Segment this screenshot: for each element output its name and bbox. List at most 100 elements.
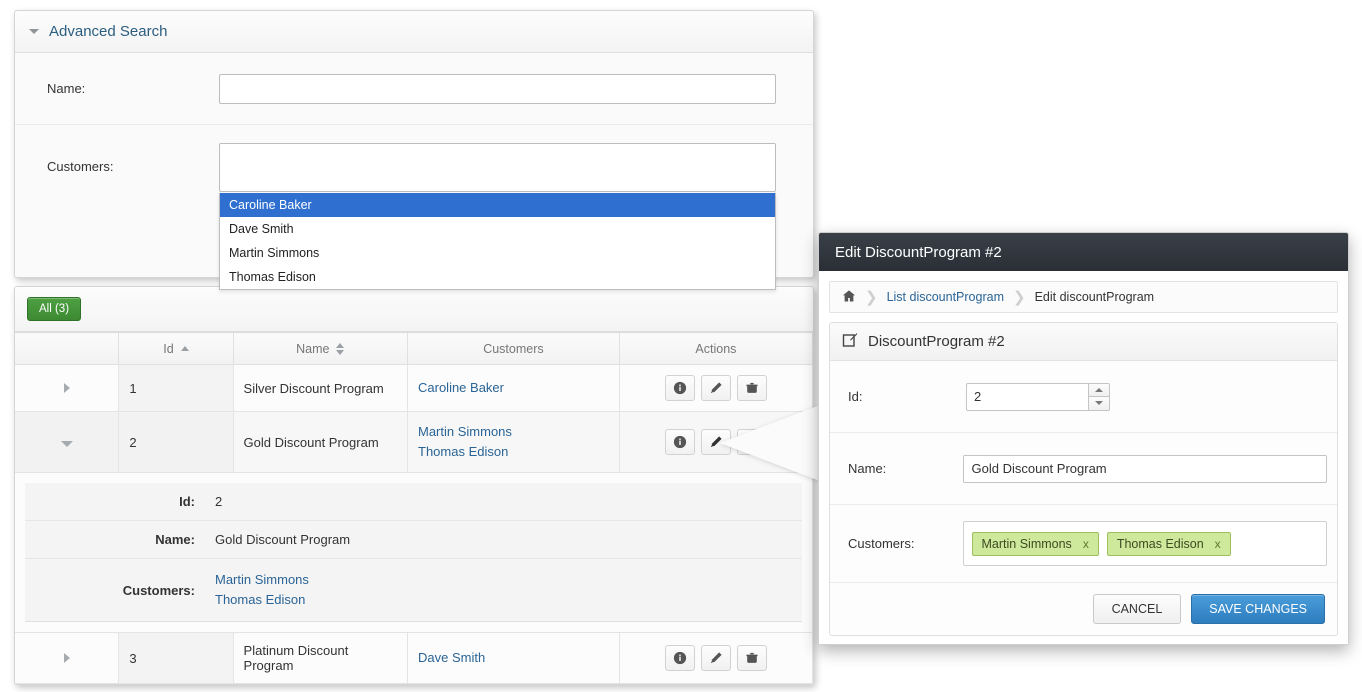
row-id: 2 xyxy=(118,411,234,473)
detail-id-label: Id: xyxy=(25,483,205,521)
customer-link[interactable]: Thomas Edison xyxy=(418,442,609,462)
dropdown-option-0[interactable]: Caroline Baker xyxy=(220,193,775,217)
detail-id-row: Id: 2 xyxy=(25,483,802,521)
edit-form-header: DiscountProgram #2 xyxy=(830,323,1337,361)
info-button[interactable] xyxy=(664,375,695,401)
pencil-icon xyxy=(711,652,722,663)
customer-link[interactable]: Thomas Edison xyxy=(215,590,792,610)
customer-link[interactable]: Martin Simmons xyxy=(418,422,609,442)
filter-all-button[interactable]: All (3) xyxy=(27,297,82,321)
modal-name-label: Name: xyxy=(848,461,887,476)
customer-link[interactable]: Dave Smith xyxy=(418,648,609,668)
th-name-label: Name xyxy=(296,341,330,356)
row-id: 3 xyxy=(118,632,234,684)
detail-table: Id: 2 Name: Gold Discount Program Custom… xyxy=(25,483,802,622)
advanced-search-body: Name: Customers: Caroline Baker Dave Smi… xyxy=(15,53,813,290)
cancel-button[interactable]: CANCEL xyxy=(1092,594,1182,624)
edit-button[interactable] xyxy=(700,375,731,401)
modal-title-bar: Edit DiscountProgram #2 xyxy=(819,233,1348,271)
customer-link[interactable]: Caroline Baker xyxy=(418,378,609,398)
callout-arrow xyxy=(720,405,820,481)
search-name-row: Name: xyxy=(15,53,813,125)
row-name: Gold Discount Program xyxy=(233,411,409,473)
row-expand-toggle[interactable] xyxy=(15,632,120,684)
customers-chip-box[interactable]: Martin Simmons x Thomas Edison x xyxy=(962,521,1327,566)
edit-square-icon xyxy=(842,332,858,352)
th-customers-label: Customers xyxy=(483,341,544,356)
info-button[interactable] xyxy=(664,429,695,455)
caret-down-icon[interactable] xyxy=(29,29,39,34)
search-name-label: Name: xyxy=(47,81,86,96)
customer-chip-label: Martin Simmons xyxy=(981,536,1072,551)
search-customers-control: Caroline Baker Dave Smith Martin Simmons… xyxy=(219,143,799,290)
dropdown-option-2[interactable]: Martin Simmons xyxy=(220,241,775,265)
caret-down-icon[interactable] xyxy=(60,440,73,447)
sort-ascending-icon[interactable] xyxy=(180,346,189,351)
breadcrumb-separator-icon: ❯ xyxy=(865,289,878,306)
discount-program-table: Id Name Customers Actions 1 Silver Disco… xyxy=(15,332,813,684)
info-icon xyxy=(673,381,687,395)
customer-link[interactable]: Martin Simmons xyxy=(215,570,792,590)
th-actions: Actions xyxy=(619,332,813,365)
table-row[interactable]: 2 Gold Discount Program Martin Simmons T… xyxy=(15,411,813,473)
breadcrumb-separator-icon: ❯ xyxy=(1013,289,1026,306)
edit-button[interactable] xyxy=(700,645,731,671)
search-name-input[interactable] xyxy=(219,73,776,104)
row-customers: Dave Smith xyxy=(407,632,620,684)
customers-dropdown[interactable]: Caroline Baker Dave Smith Martin Simmons… xyxy=(219,193,776,290)
modal-id-label: Id: xyxy=(848,389,863,404)
remove-chip-icon[interactable]: x xyxy=(1215,537,1221,551)
modal-customers-row: Customers: Martin Simmons x Thomas Ediso… xyxy=(830,505,1337,583)
table-header-row: Id Name Customers Actions xyxy=(15,332,813,365)
customer-chip[interactable]: Thomas Edison x xyxy=(1106,531,1231,556)
search-customers-tokenbox[interactable] xyxy=(219,143,776,192)
modal-customers-label: Customers: xyxy=(848,536,915,551)
row-expand-toggle[interactable] xyxy=(15,364,120,412)
row-name: Silver Discount Program xyxy=(233,364,409,412)
breadcrumb-item-list[interactable]: List discountProgram xyxy=(887,290,1004,304)
delete-button[interactable] xyxy=(736,645,767,671)
caret-right-icon[interactable] xyxy=(63,382,70,393)
detail-customers-label: Customers: xyxy=(25,558,205,622)
modal-id-row: Id: xyxy=(830,361,1337,433)
caret-right-icon[interactable] xyxy=(63,652,70,663)
th-expand xyxy=(15,332,120,365)
home-icon[interactable] xyxy=(842,289,856,306)
detail-row: Id: 2 Name: Gold Discount Program Custom… xyxy=(15,472,813,633)
name-input[interactable] xyxy=(962,454,1327,483)
detail-customers-row: Customers: Martin Simmons Thomas Edison xyxy=(25,558,802,622)
chevron-up-icon xyxy=(1095,387,1103,392)
table-row[interactable]: 1 Silver Discount Program Caroline Baker xyxy=(15,364,813,412)
row-expand-toggle[interactable] xyxy=(15,411,120,473)
info-button[interactable] xyxy=(664,645,695,671)
trash-icon xyxy=(746,652,758,663)
id-input[interactable] xyxy=(966,382,1088,411)
info-icon xyxy=(673,435,687,449)
dropdown-option-3[interactable]: Thomas Edison xyxy=(220,265,775,289)
detail-customers-value: Martin Simmons Thomas Edison xyxy=(205,558,802,622)
modal-title-text: Edit DiscountProgram #2 xyxy=(835,243,1002,261)
remove-chip-icon[interactable]: x xyxy=(1083,537,1089,551)
th-customers: Customers xyxy=(407,332,620,365)
screenshot-root: Advanced Search Name: Customers: Carolin… xyxy=(0,0,1362,692)
edit-form-panel: DiscountProgram #2 Id: Name: xyxy=(829,322,1338,636)
pencil-icon xyxy=(711,382,722,393)
save-changes-button[interactable]: SAVE CHANGES xyxy=(1191,594,1325,624)
delete-button[interactable] xyxy=(736,375,767,401)
grid-toolbar: All (3) xyxy=(15,287,813,332)
search-customers-label: Customers: xyxy=(47,159,114,174)
th-id-label: Id xyxy=(163,341,174,356)
advanced-search-header[interactable]: Advanced Search xyxy=(15,11,813,53)
table-row[interactable]: 3 Platinum Discount Program Dave Smith xyxy=(15,632,813,684)
customer-chip[interactable]: Martin Simmons x xyxy=(971,531,1099,556)
th-name[interactable]: Name xyxy=(233,332,409,365)
modal-body: ❯ List discountProgram ❯ Edit discountPr… xyxy=(819,271,1348,644)
th-id[interactable]: Id xyxy=(118,332,234,365)
stepper-down-button[interactable] xyxy=(1088,396,1110,411)
id-stepper[interactable] xyxy=(966,382,1110,411)
dropdown-option-1[interactable]: Dave Smith xyxy=(220,217,775,241)
sort-unsorted-icon[interactable] xyxy=(336,342,345,355)
modal-footer: CANCEL SAVE CHANGES xyxy=(830,583,1337,635)
stepper-up-button[interactable] xyxy=(1088,382,1110,396)
customer-chip-label: Thomas Edison xyxy=(1116,536,1204,551)
